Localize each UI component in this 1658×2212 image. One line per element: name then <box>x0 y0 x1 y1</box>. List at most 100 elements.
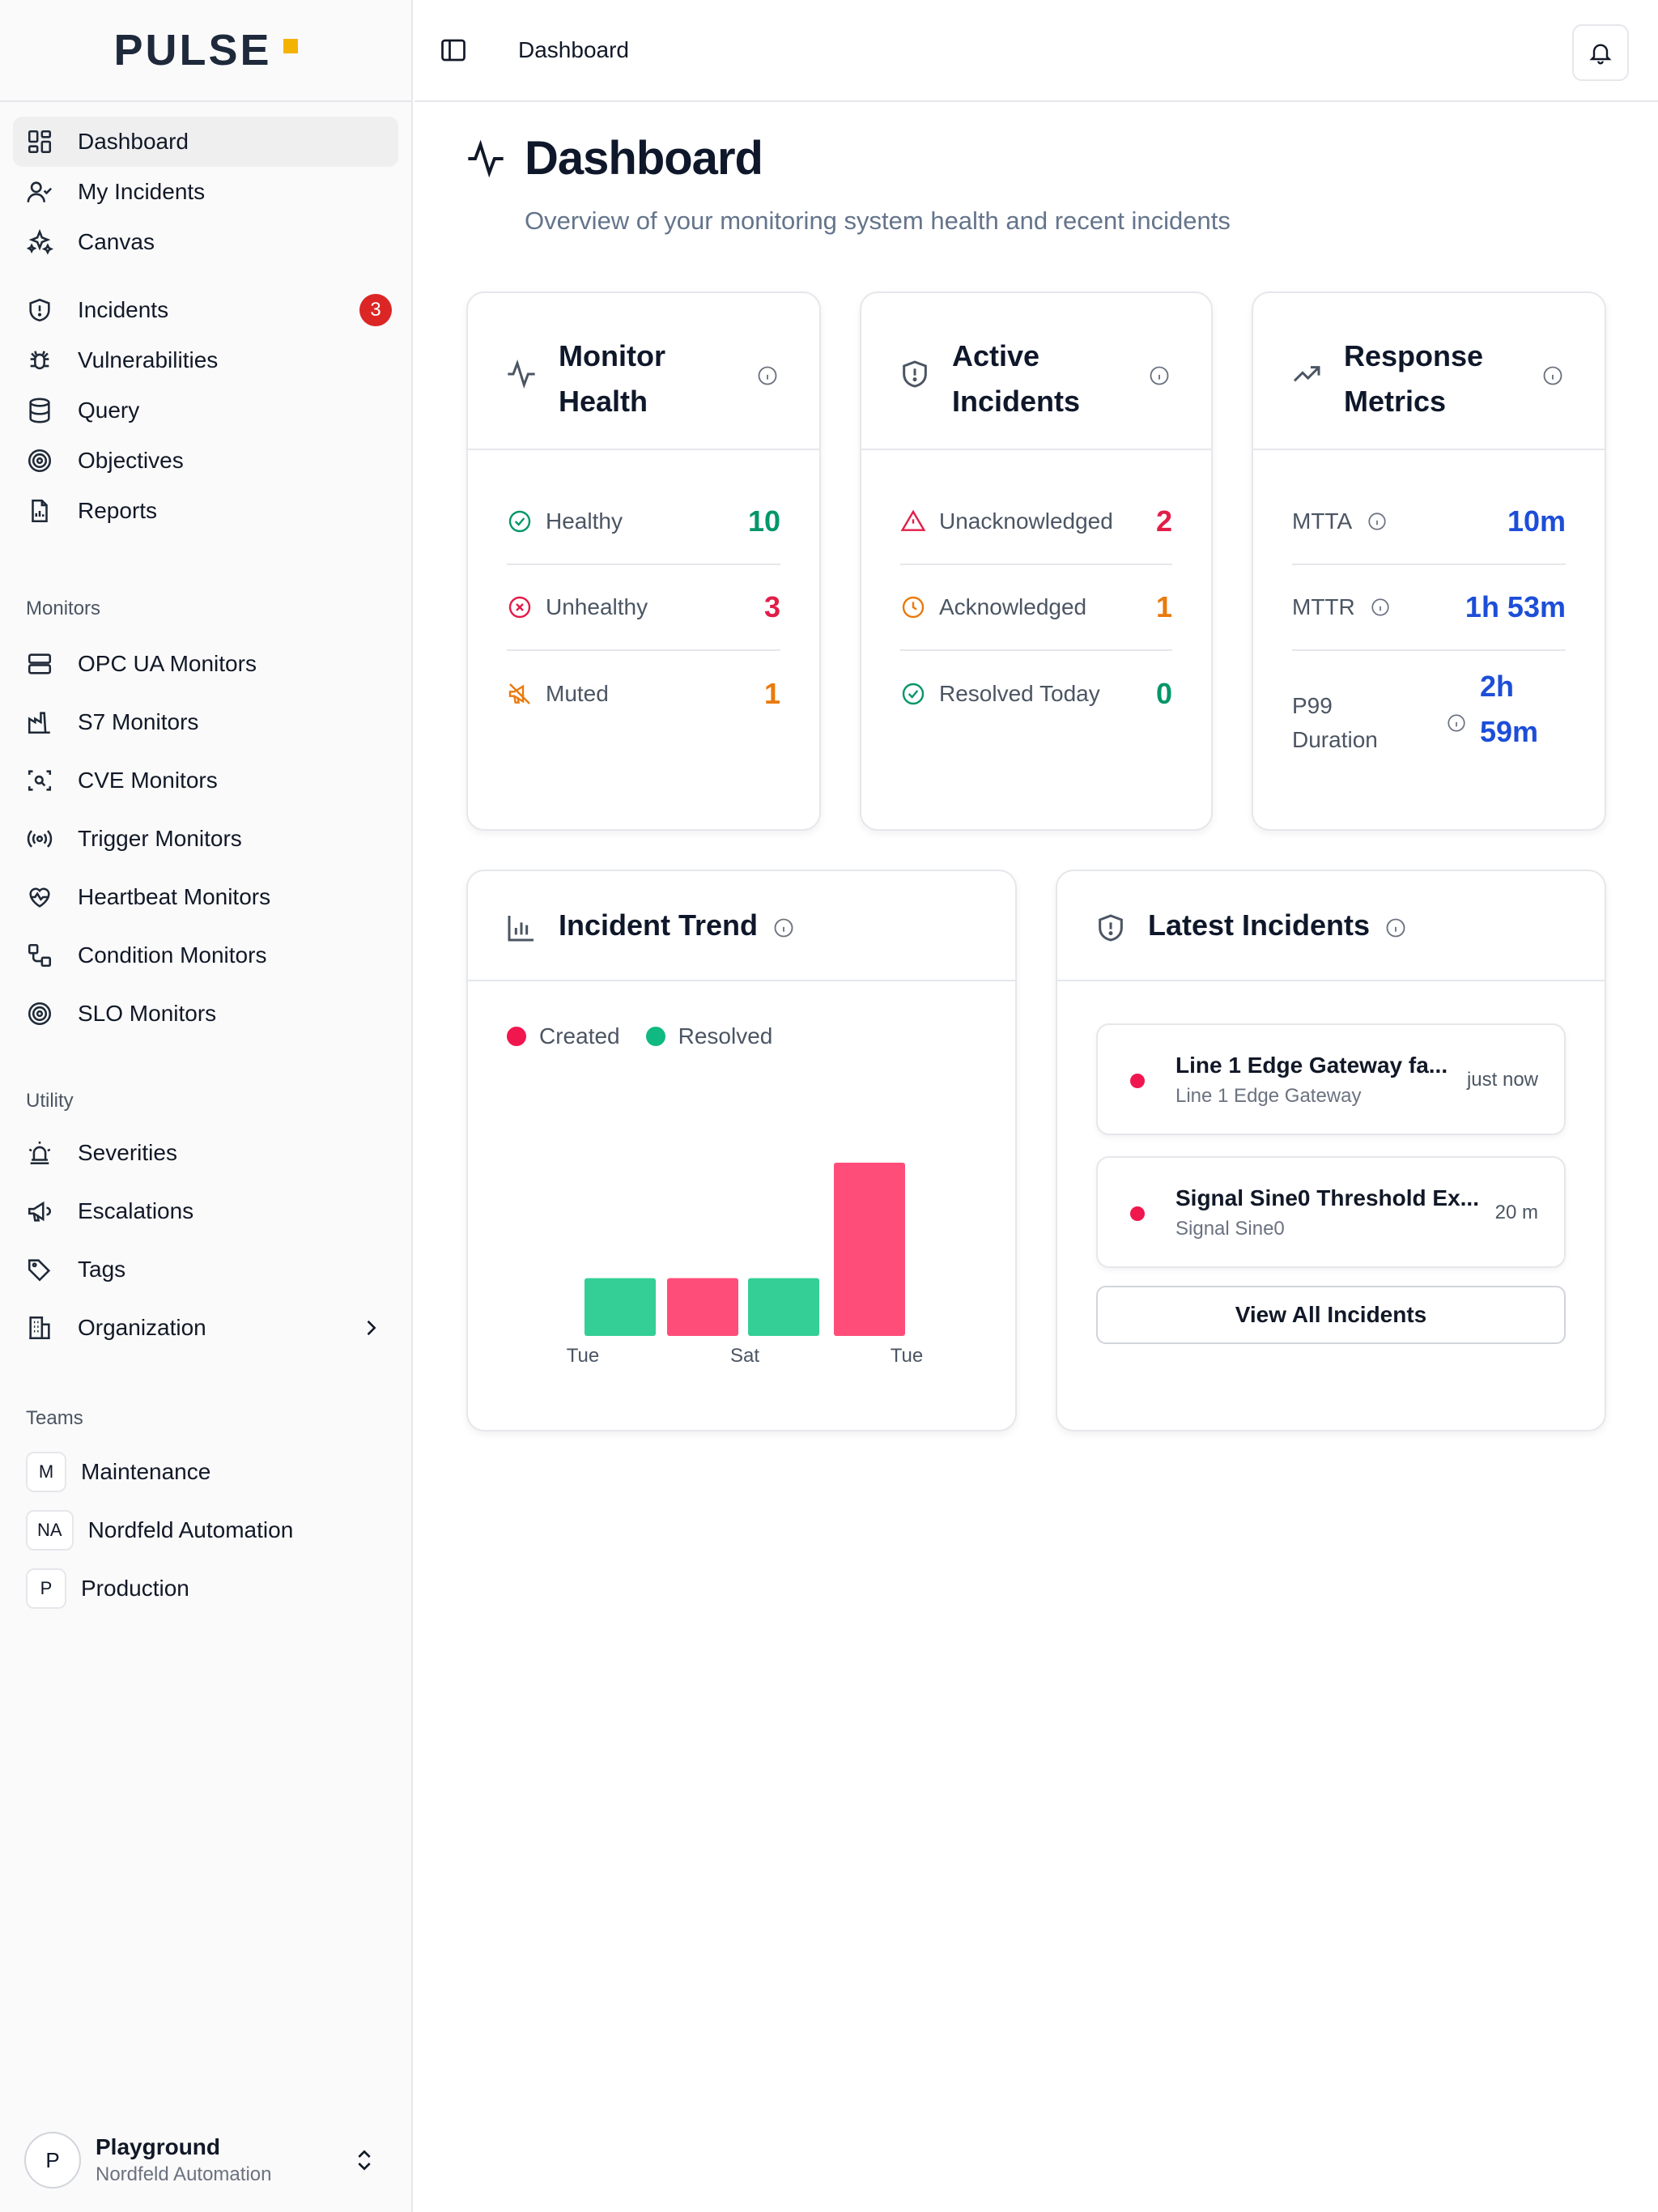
sidebar-item-reports[interactable]: Reports <box>13 486 398 536</box>
team-initials-badge: P <box>26 1568 66 1609</box>
info-icon[interactable] <box>1384 917 1407 939</box>
incident-title: Signal Sine0 Threshold Ex... <box>1175 1185 1479 1210</box>
sidebar-item-vulnerabilities[interactable]: Vulnerabilities <box>13 335 398 385</box>
legend-label-created[interactable]: Created <box>539 1023 620 1049</box>
info-icon[interactable] <box>1370 597 1465 618</box>
sidebar-item-label: Dashboard <box>78 129 189 154</box>
sidebar-item-heartbeat-monitors[interactable]: Heartbeat Monitors <box>13 868 398 926</box>
team-item-nordfeld-automation[interactable]: NA Nordfeld Automation <box>13 1501 398 1559</box>
team-initials-badge: NA <box>26 1510 74 1551</box>
stat-row-mttr[interactable]: MTTR 1h 53m <box>1292 565 1566 651</box>
sidebar-item-objectives[interactable]: Objectives <box>13 436 398 486</box>
active-incidents-card: Active Incidents Unacknowledged 2 Acknow… <box>860 291 1213 831</box>
sidebar-item-tags[interactable]: Tags <box>13 1240 398 1299</box>
sidebar-item-label: Escalations <box>78 1198 194 1223</box>
account-info: Playground Nordfeld Automation <box>96 2134 271 2186</box>
stat-row-healthy[interactable]: Healthy 10 <box>507 479 780 565</box>
sidebar-item-s7-monitors[interactable]: S7 Monitors <box>13 693 398 751</box>
info-icon[interactable] <box>1367 511 1507 532</box>
sidebar-item-label: Condition Monitors <box>78 942 267 968</box>
chart-bar-created[interactable] <box>667 1278 738 1336</box>
sidebar-item-label: SLO Monitors <box>78 1001 217 1026</box>
brand-name: PULSE <box>113 26 272 74</box>
sidebar-item-label: Heartbeat Monitors <box>78 884 271 909</box>
team-item-maintenance[interactable]: M Maintenance <box>13 1443 398 1501</box>
x-axis-tick-label: Sat <box>730 1345 759 1367</box>
stat-row-muted[interactable]: Muted 1 <box>507 651 780 737</box>
incident-list-item[interactable]: Line 1 Edge Gateway fa... Line 1 Edge Ga… <box>1096 1023 1566 1135</box>
response-metrics-card: Response Metrics MTTA 10m MTTR 1h 53m P9… <box>1252 291 1606 831</box>
card-header: Monitor Health <box>468 293 819 450</box>
card-title: Active Incidents <box>952 339 1081 418</box>
teams-section-label: Teams <box>26 1407 83 1429</box>
stat-label: Unacknowledged <box>939 508 1113 534</box>
stat-row-unacknowledged[interactable]: Unacknowledged 2 <box>900 479 1172 565</box>
stat-value: 1h 53m <box>1465 590 1566 623</box>
legend-label-resolved[interactable]: Resolved <box>678 1023 773 1049</box>
sidebar-toggle-icon[interactable] <box>439 36 468 65</box>
sidebar-item-label: Organization <box>78 1315 206 1340</box>
latest-incidents-card: Latest Incidents Line 1 Edge Gateway fa.… <box>1056 870 1606 1431</box>
stat-row-unhealthy[interactable]: Unhealthy 3 <box>507 565 780 651</box>
info-icon[interactable] <box>1148 364 1171 387</box>
tags-icon <box>26 1256 53 1283</box>
utility-nav: Severities Escalations Tags Organization <box>13 1124 398 1357</box>
info-icon[interactable] <box>1446 713 1467 734</box>
sidebar-item-opc-ua-monitors[interactable]: OPC UA Monitors <box>13 635 398 693</box>
sidebar-item-incidents[interactable]: Incidents 3 <box>13 285 398 335</box>
heart-pulse-icon <box>26 883 53 911</box>
stat-row-acknowledged[interactable]: Acknowledged 1 <box>900 565 1172 651</box>
account-name: Playground <box>96 2134 221 2159</box>
stat-value: 3 <box>763 590 780 623</box>
card-header: Active Incidents <box>861 293 1211 450</box>
stat-row-p99-duration[interactable]: P99 Duration 2h 59m <box>1292 670 1566 768</box>
incident-time: just now <box>1466 1069 1538 1091</box>
stat-label: Unhealthy <box>546 594 648 619</box>
sparkles-icon <box>26 228 53 256</box>
trending-up-icon <box>1290 358 1323 390</box>
sidebar-item-organization[interactable]: Organization <box>13 1299 398 1357</box>
sidebar-item-escalations[interactable]: Escalations <box>13 1182 398 1240</box>
factory-icon <box>26 708 53 736</box>
incident-source: Line 1 Edge Gateway <box>1175 1085 1362 1107</box>
info-icon[interactable] <box>756 364 779 387</box>
sidebar-item-severities[interactable]: Severities <box>13 1124 398 1182</box>
view-all-incidents-button[interactable]: View All Incidents <box>1096 1286 1566 1344</box>
breadcrumb[interactable]: Dashboard <box>518 37 629 63</box>
card-title: Latest Incidents <box>1148 908 1371 942</box>
sidebar-item-slo-monitors[interactable]: SLO Monitors <box>13 985 398 1043</box>
card-title: Response Metrics <box>1344 339 1484 418</box>
info-icon[interactable] <box>1541 364 1564 387</box>
legend-swatch-resolved <box>645 1027 665 1046</box>
stat-value: 10 <box>747 504 780 538</box>
activity-icon <box>505 358 538 390</box>
stat-label: MTTR <box>1292 594 1355 619</box>
incident-list-item[interactable]: Signal Sine0 Threshold Ex... Signal Sine… <box>1096 1156 1566 1268</box>
stat-row-resolved-today[interactable]: Resolved Today 0 <box>900 651 1172 737</box>
stat-row-mtta[interactable]: MTTA 10m <box>1292 479 1566 565</box>
brand-logo[interactable]: PULSE <box>0 0 411 102</box>
bar-chart-icon <box>505 912 538 944</box>
incident-title: Line 1 Edge Gateway fa... <box>1175 1053 1448 1078</box>
team-label: Nordfeld Automation <box>87 1517 294 1542</box>
notifications-button[interactable] <box>1572 24 1629 81</box>
teams-nav: M Maintenance NA Nordfeld Automation P P… <box>13 1443 398 1618</box>
team-item-production[interactable]: P Production <box>13 1559 398 1618</box>
sidebar-item-query[interactable]: Query <box>13 385 398 436</box>
account-org: Nordfeld Automation <box>96 2163 272 2185</box>
x-circle-icon <box>507 594 533 620</box>
sidebar-item-my-incidents[interactable]: My Incidents <box>13 167 398 217</box>
chart-bar-created[interactable] <box>834 1163 905 1336</box>
sidebar-item-cve-monitors[interactable]: CVE Monitors <box>13 751 398 810</box>
sidebar-item-label: Severities <box>78 1140 177 1165</box>
sidebar-item-canvas[interactable]: Canvas <box>13 217 398 267</box>
stat-label: Acknowledged <box>939 594 1087 619</box>
sidebar-item-trigger-monitors[interactable]: Trigger Monitors <box>13 810 398 868</box>
chart-bar-resolved[interactable] <box>585 1278 656 1336</box>
info-icon[interactable] <box>772 917 795 939</box>
chevron-right-icon[interactable] <box>359 1317 382 1339</box>
sidebar-item-condition-monitors[interactable]: Condition Monitors <box>13 926 398 985</box>
account-switcher[interactable]: P Playground Nordfeld Automation <box>24 2128 387 2193</box>
sidebar-item-dashboard[interactable]: Dashboard <box>13 117 398 167</box>
chart-bar-resolved[interactable] <box>748 1278 819 1336</box>
